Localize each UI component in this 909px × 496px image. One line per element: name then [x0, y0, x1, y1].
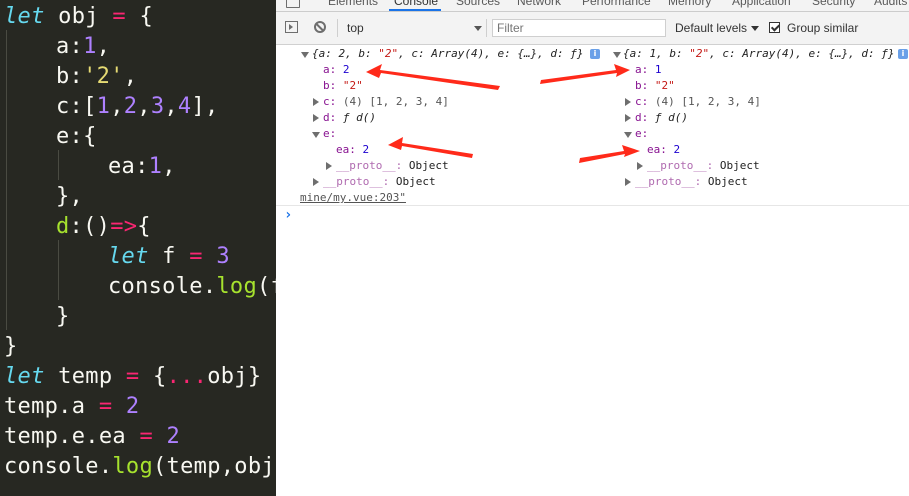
expand-triangle-icon[interactable]	[313, 114, 319, 122]
obj-prop-d[interactable]: d: ƒ d()	[635, 110, 688, 126]
expand-triangle-icon[interactable]	[637, 162, 643, 170]
tab-elements[interactable]: Elements	[328, 0, 378, 8]
active-tab-indicator	[389, 9, 441, 11]
temp-prop-b: b: "2"	[323, 79, 363, 92]
temp-prop-a: a: 2	[323, 63, 350, 76]
group-similar-checkbox[interactable]	[769, 22, 780, 33]
group-similar-label: Group similar	[787, 21, 859, 35]
chevron-down-icon[interactable]	[474, 26, 482, 31]
tab-security[interactable]: Security	[812, 0, 855, 8]
toolbar-divider	[337, 19, 338, 37]
expand-triangle-icon[interactable]	[312, 132, 320, 138]
code-line: console.log(f	[108, 274, 276, 299]
tab-memory[interactable]: Memory	[668, 0, 711, 8]
temp-prop-e[interactable]: e:	[323, 126, 336, 142]
show-sidebar-icon[interactable]	[285, 21, 298, 33]
code-line: console.log(temp,obj)	[4, 454, 276, 479]
console-toolbar: top Default levels Group similar	[276, 12, 909, 45]
code-line: }	[4, 334, 18, 359]
expand-triangle-icon[interactable]	[313, 98, 319, 106]
tab-console[interactable]: Console	[394, 0, 438, 8]
code-line: temp.a = 2	[4, 394, 140, 419]
annotation-arrow	[540, 64, 630, 84]
console-prompt-icon[interactable]: ›	[284, 207, 292, 223]
code-line: c:[1,2,3,4],	[56, 94, 219, 119]
code-line: let temp = {...obj}	[4, 364, 262, 389]
indent-guide	[6, 30, 7, 330]
info-icon[interactable]: i	[590, 49, 600, 59]
tab-audits[interactable]: Audits	[874, 0, 907, 8]
obj-prop-b: b: "2"	[635, 79, 675, 92]
context-select[interactable]: top	[347, 21, 364, 35]
tab-application[interactable]: Application	[732, 0, 791, 8]
code-line: e:{	[56, 124, 97, 149]
tab-network[interactable]: Network	[517, 0, 561, 8]
indent-guide	[58, 150, 59, 180]
message-divider	[276, 205, 909, 206]
obj-prop-a: a: 1	[635, 63, 662, 76]
temp-object-summary[interactable]: {a: 2, b: "2", c: Array(4), e: {…}, d: ƒ…	[312, 46, 584, 62]
code-line: ea:1,	[108, 154, 176, 179]
annotation-arrow	[366, 64, 500, 90]
expand-triangle-icon[interactable]	[326, 162, 332, 170]
expand-triangle-icon[interactable]	[313, 178, 319, 186]
annotation-arrows	[366, 64, 640, 163]
expand-triangle-icon[interactable]	[625, 98, 631, 106]
clear-console-icon[interactable]	[314, 21, 326, 33]
code-line: let obj = {	[4, 4, 154, 29]
temp-e-proto[interactable]: __proto__: Object	[336, 158, 449, 174]
inspect-element-icon[interactable]	[286, 0, 300, 8]
expand-triangle-icon[interactable]	[301, 52, 309, 58]
code-line: },	[56, 184, 84, 209]
obj-object-summary[interactable]: {a: 1, b: "2", c: Array(4), e: {…}, d: ƒ…	[623, 46, 895, 62]
code-line: let f = 3	[108, 244, 230, 269]
annotation-arrow	[388, 137, 473, 158]
toolbar-divider	[486, 19, 487, 37]
expand-triangle-icon[interactable]	[625, 178, 631, 186]
expand-triangle-icon[interactable]	[613, 52, 621, 58]
source-location-link[interactable]: mine/my.vue:203"	[300, 190, 406, 206]
obj-e-proto[interactable]: __proto__: Object	[647, 158, 760, 174]
code-line: d:()=>{	[56, 214, 151, 239]
devtools-tabbar: Elements Console Sources Network Perform…	[276, 0, 909, 12]
obj-prop-c[interactable]: c: (4) [1, 2, 3, 4]	[635, 94, 761, 110]
temp-prop-c[interactable]: c: (4) [1, 2, 3, 4]	[323, 94, 449, 110]
temp-prop-d[interactable]: d: ƒ d()	[323, 110, 376, 126]
expand-triangle-icon[interactable]	[624, 132, 632, 138]
log-levels-select[interactable]: Default levels	[675, 21, 747, 35]
code-line: a:1,	[56, 34, 111, 59]
code-line: temp.e.ea = 2	[4, 424, 181, 449]
code-editor[interactable]: let obj = { a:1, b:'2', c:[1,2,3,4], e:{…	[0, 0, 276, 496]
temp-proto[interactable]: __proto__: Object	[323, 174, 436, 190]
devtools-panel: Elements Console Sources Network Perform…	[276, 0, 909, 496]
expand-triangle-icon[interactable]	[625, 114, 631, 122]
tab-performance[interactable]: Performance	[582, 0, 651, 8]
tab-sources[interactable]: Sources	[456, 0, 500, 8]
code-line: }	[56, 304, 70, 329]
temp-prop-ea: ea: 2	[336, 143, 370, 156]
obj-proto[interactable]: __proto__: Object	[635, 174, 748, 190]
annotation-arrow	[579, 145, 640, 163]
filter-input[interactable]	[492, 19, 666, 37]
obj-prop-ea: ea: 2	[647, 143, 681, 156]
indent-guide	[58, 240, 59, 300]
code-line: b:'2',	[56, 64, 138, 89]
info-icon[interactable]: i	[898, 49, 908, 59]
chevron-down-icon[interactable]	[751, 26, 759, 31]
obj-prop-e[interactable]: e:	[635, 126, 648, 142]
